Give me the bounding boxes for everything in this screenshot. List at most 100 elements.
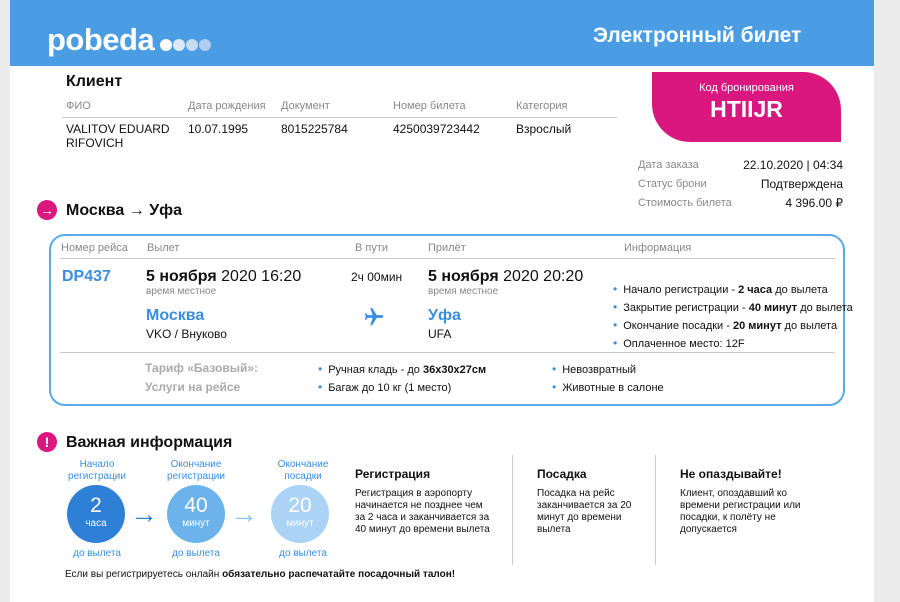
boarding-text: Посадка на рейс заканчивается за 20 мину… <box>537 488 632 535</box>
info-reg-end: Закрытие регистрации - 40 минут до вылет… <box>613 300 853 314</box>
info-separator <box>655 455 656 565</box>
eticket-title: Электронный билет <box>593 24 802 47</box>
footer-note: Если вы регистрируетесь онлайн обязатель… <box>65 569 455 580</box>
hdr-arrival: Прилёт <box>428 242 466 254</box>
step1-circle: 2 часа <box>67 485 125 543</box>
flight-number: DP437 <box>62 268 111 285</box>
arrival-local-note: время местное <box>428 286 499 297</box>
departure-date: 5 ноября <box>146 268 217 285</box>
info-reg-start-post: до вылета <box>772 284 828 296</box>
info-boarding-end-pre: Окончание посадки - <box>623 320 733 332</box>
arrival-datetime: 5 ноября 2020 20:20 <box>428 268 583 286</box>
logo-dots-icon <box>160 38 212 56</box>
page-right-edge <box>874 0 900 602</box>
step1-number: 2 <box>90 494 102 517</box>
client-name: VALITOV EDUARD RIFOVICH <box>66 122 170 150</box>
step1-below: до вылета <box>73 548 121 559</box>
hdr-info: Информация <box>624 242 692 254</box>
booking-code-badge: Код бронирования HTIIJR <box>652 72 841 142</box>
client-category: Взрослый <box>516 122 572 136</box>
logo-dot <box>173 39 185 51</box>
arrival-airport: UFA <box>428 327 452 341</box>
step-arrow-icon: → <box>130 498 158 529</box>
hand-luggage-pre: Ручная кладь - до <box>328 364 423 376</box>
hdr-duration: В пути <box>355 242 389 254</box>
flight-tariff-divider <box>60 352 835 353</box>
client-document: 8015225784 <box>281 122 348 136</box>
registration-title: Регистрация <box>355 467 431 481</box>
order-date: 22.10.2020 | 04:34 <box>743 158 843 172</box>
step2-circle: 40 минут <box>167 485 225 543</box>
col-birth: Дата рождения <box>188 100 266 112</box>
info-boarding-end: Окончание посадки - 20 минут до вылета <box>613 318 837 332</box>
services-label: Услуги на рейсе <box>145 380 241 394</box>
info-reg-end-post: до вылета <box>797 302 853 314</box>
route-title: Москва → Уфа <box>66 202 183 219</box>
hdr-departure: Вылет <box>147 242 180 254</box>
info-reg-start: Начало регистрации - 2 часа до вылета <box>613 282 828 296</box>
status-label: Статус брони <box>638 178 707 190</box>
step3-circle: 20 минут <box>271 485 329 543</box>
step3-number: 20 <box>288 494 312 517</box>
logo-dot <box>199 39 211 51</box>
step1-label: Начало регистрации <box>68 459 126 482</box>
info-reg-start-bold: 2 часа <box>738 284 773 296</box>
hdr-flight-number: Номер рейса <box>61 242 128 254</box>
departure-airport: VKO / Внуково <box>146 327 227 341</box>
step2-unit: минут <box>182 518 210 529</box>
step2-number: 40 <box>184 494 208 517</box>
client-section-title: Клиент <box>66 73 123 90</box>
step3-unit: минут <box>286 518 314 529</box>
col-document: Документ <box>281 100 330 112</box>
ticket-cost: 4 396.00 ₽ <box>785 196 843 210</box>
baggage: Багаж до 10 кг (1 место) <box>318 380 451 394</box>
footer-note-bold: обязательно распечатайте посадочный тало… <box>222 569 456 580</box>
late-text: Клиент, опоздавший ко времени регистраци… <box>680 488 801 535</box>
client-ticket: 4250039723442 <box>393 122 480 136</box>
departure-city: Москва <box>146 307 205 324</box>
flight-duration: 2ч 00мин <box>351 270 403 284</box>
info-seat: Оплаченное место: 12F <box>613 336 744 350</box>
important-title: Важная информация <box>66 434 233 451</box>
non-refundable: Невозвратный <box>552 362 636 376</box>
step1-unit: часа <box>85 518 107 529</box>
info-reg-start-pre: Начало регистрации - <box>623 284 739 296</box>
arrival-date: 5 ноября <box>428 268 499 285</box>
booking-code: HTIIJR <box>710 96 783 122</box>
logo-dot <box>186 39 198 51</box>
hand-luggage: Ручная кладь - до 36x30x27см <box>318 362 486 376</box>
departure-time: 2020 16:20 <box>221 268 302 285</box>
info-reg-end-bold: 40 минут <box>748 302 798 314</box>
footer-note-pre: Если вы регистрируетесь онлайн <box>65 569 223 580</box>
registration-text: Регистрация в аэропорту начинается не по… <box>355 488 490 535</box>
step3-label: Окончание посадки <box>277 459 329 482</box>
client-birth: 10.07.1995 <box>188 122 249 136</box>
exclamation-circle-icon: ! <box>37 432 57 452</box>
order-date-label: Дата заказа <box>638 159 699 171</box>
booking-status: Подтверждена <box>760 177 843 191</box>
boarding-title: Посадка <box>537 467 587 481</box>
step2-below: до вылета <box>172 548 220 559</box>
col-fio: ФИО <box>66 100 91 112</box>
hand-luggage-size: 36x30x27см <box>422 364 487 376</box>
step-arrow-icon: → <box>230 498 258 529</box>
info-boarding-end-bold: 20 минут <box>732 320 782 332</box>
step2-label: Окончание регистрации <box>167 459 225 482</box>
arrival-time: 2020 20:20 <box>503 268 584 285</box>
info-reg-end-pre: Закрытие регистрации - <box>623 302 749 314</box>
arrival-city: Уфа <box>428 307 461 324</box>
flight-header-divider <box>60 258 835 259</box>
pobeda-logo: pobeda <box>47 22 155 57</box>
info-separator <box>512 455 513 565</box>
col-ticket: Номер билета <box>393 100 466 112</box>
arrow-right-circle-icon: → <box>37 200 57 220</box>
logo-dot <box>160 39 172 51</box>
animals-in-cabin: Животные в салоне <box>552 380 663 394</box>
departure-datetime: 5 ноября 2020 16:20 <box>146 268 301 286</box>
info-boarding-end-post: до вылета <box>781 320 838 332</box>
airplane-icon <box>363 306 385 328</box>
late-title: Не опаздывайте! <box>680 467 782 481</box>
page-left-edge <box>0 0 10 602</box>
client-divider <box>62 117 617 118</box>
tariff-label: Тариф «Базовый»: <box>145 361 259 375</box>
